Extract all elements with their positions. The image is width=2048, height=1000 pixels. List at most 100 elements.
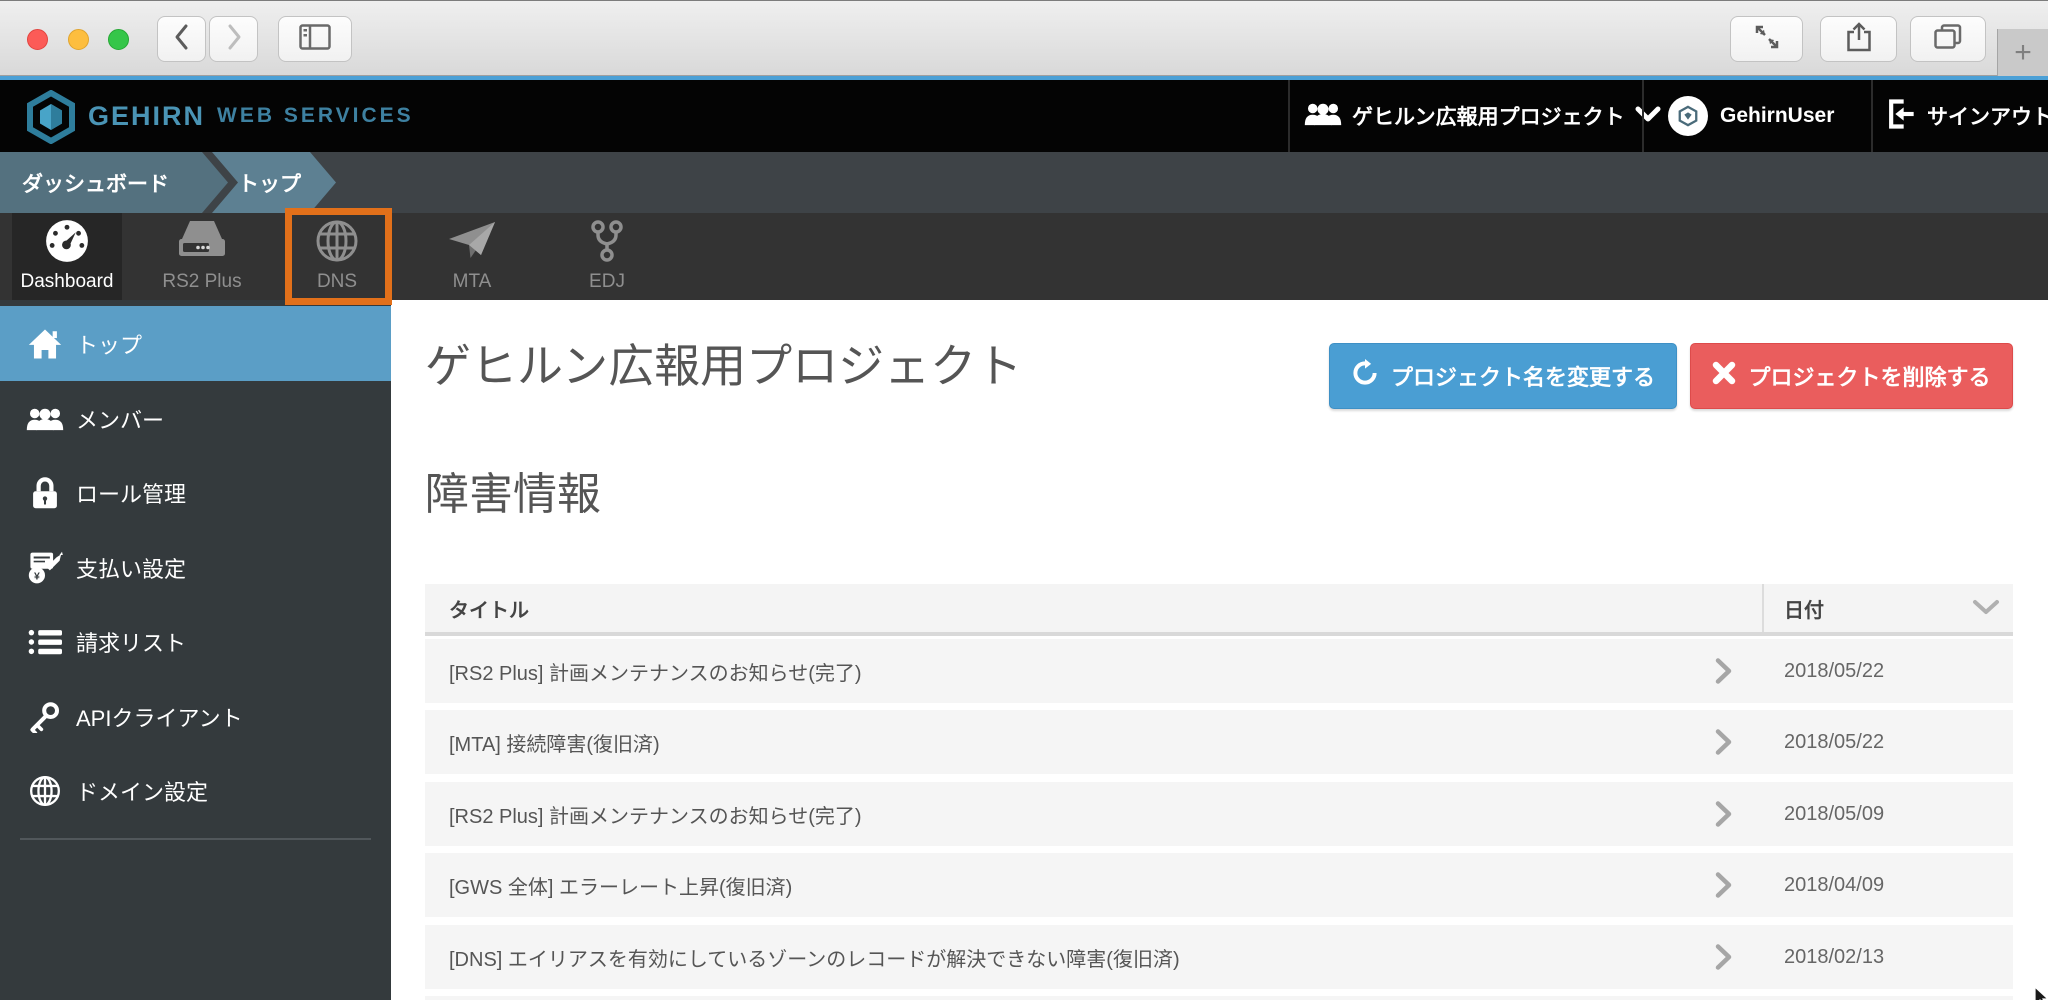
sidebar-item-domains[interactable]: ドメイン設定 [0, 753, 391, 828]
incident-date: 2018/05/22 [1784, 639, 1884, 703]
sidebar-item-members[interactable]: メンバー [0, 381, 391, 456]
app-header: GEHIRN WEB SERVICES ゲヒルン広報用プロジェクト Gehirn… [0, 80, 2048, 152]
refresh-icon [1351, 359, 1379, 393]
logo-wordmark[interactable]: GEHIRN WEB SERVICES [88, 80, 414, 152]
signout-button[interactable]: サインアウト [1871, 80, 2048, 152]
avatar [1668, 96, 1708, 136]
incident-title: [GWS 全体] エラーレート上昇(復旧済) [449, 853, 792, 917]
plus-icon: + [2014, 36, 2032, 70]
list-icon [26, 628, 64, 656]
delete-button-label: プロジェクトを削除する [1748, 360, 1990, 392]
back-icon [172, 23, 192, 56]
incident-title: [RS2 Plus] 計画メンテナンスのお知らせ(完了) [449, 639, 862, 703]
page-title: ゲヒルン広報用プロジェクト [425, 330, 1022, 396]
sidebar-item-top[interactable]: トップ [0, 306, 391, 381]
forward-icon [224, 23, 244, 56]
sidebar-label: APIクライアント [76, 701, 243, 733]
chevron-right-icon [1715, 658, 1732, 689]
gauge-icon [45, 219, 89, 268]
browser-share-button[interactable] [1820, 16, 1897, 62]
main-content: ゲヒルン広報用プロジェクト プロジェクト名を変更する プロジェクトを削除する 障… [391, 300, 2048, 1000]
user-menu[interactable]: GehirnUser [1642, 80, 1873, 152]
chevron-right-icon [1715, 872, 1732, 903]
incident-row[interactable]: [DNS] エイリアスを有効にしているゾーンのレコードが解決できない障害(復旧済… [425, 925, 2013, 989]
incident-title: [DNS] エイリアスを有効にしているゾーンのレコードが解決できない障害(復旧済… [449, 925, 1180, 989]
incident-row[interactable]: [MTA] 接続障害(復旧済) 2018/05/22 [425, 710, 2013, 774]
browser-tab-overview-button[interactable] [1910, 16, 1986, 62]
sort-chevron-down-icon[interactable] [1972, 598, 2000, 621]
breadcrumb-item-top[interactable]: トップ [212, 152, 336, 213]
nav-item-dns[interactable]: DNS [282, 213, 392, 300]
sidebar-label: ロール管理 [76, 477, 186, 509]
fullscreen-icon [1753, 23, 1781, 56]
tab-overview-icon [1934, 24, 1962, 55]
column-header-title[interactable]: タイトル [449, 584, 529, 632]
incidents-table-header: タイトル 日付 [425, 584, 2013, 636]
sidebar: トップ メンバー ロール管理 ¥ 支払い設定 請求リスト [0, 300, 391, 1000]
nav-item-edj[interactable]: EDJ [552, 213, 662, 300]
window-zoom-button[interactable] [108, 29, 129, 50]
sidebar-divider [20, 838, 371, 840]
breadcrumb: ダッシュボード トップ [0, 152, 2048, 213]
sidebar-label: 請求リスト [76, 626, 186, 658]
sidebar-item-api-clients[interactable]: APIクライアント [0, 679, 391, 754]
incident-date: 2018/02/13 [1784, 925, 1884, 989]
gehirn-logo-icon[interactable] [24, 90, 78, 149]
browser-forward-button[interactable] [209, 16, 258, 62]
nav-item-mta[interactable]: MTA [417, 213, 527, 300]
rename-button-label: プロジェクト名を変更する [1391, 360, 1655, 392]
service-nav: Dashboard RS2 Plus DNS MTA EDJ [0, 213, 2048, 300]
nav-label: Dashboard [21, 271, 114, 293]
logo-text-primary: GEHIRN [88, 101, 205, 132]
sidebar-item-invoices[interactable]: 請求リスト [0, 604, 391, 679]
incident-title: [RS2 Plus] 計画メンテナンスのお知らせ(完了) [449, 782, 862, 846]
column-header-date[interactable]: 日付 [1762, 584, 2013, 632]
browser-toolbar: + [0, 0, 2048, 76]
mouse-cursor [2034, 986, 2048, 1000]
incident-date: 2018/04/09 [1784, 853, 1884, 917]
incident-title: [MTA] 接続障害(復旧済) [449, 710, 660, 774]
chevron-right-icon [1715, 801, 1732, 832]
incident-row[interactable]: [RS2 Plus] 計画メンテナンスのお知らせ(完了) 2018/05/09 [425, 782, 2013, 846]
browser-back-button[interactable] [157, 16, 206, 62]
project-name: ゲヒルン広報用プロジェクト [1352, 101, 1625, 131]
breadcrumb-label: ダッシュボード [22, 168, 169, 198]
rename-project-button[interactable]: プロジェクト名を変更する [1329, 343, 1677, 409]
section-title: 障害情報 [425, 458, 601, 522]
window-minimize-button[interactable] [68, 29, 89, 50]
svg-text:¥: ¥ [34, 570, 40, 582]
incident-date: 2018/05/09 [1784, 782, 1884, 846]
sidebar-toggle-icon [299, 24, 331, 55]
chevron-right-icon [1715, 944, 1732, 975]
git-branch-icon [585, 219, 629, 268]
browser-sidebar-toggle-button[interactable] [278, 16, 352, 62]
paper-plane-icon [447, 219, 497, 268]
browser-fullscreen-button[interactable] [1730, 16, 1803, 62]
window-close-button[interactable] [27, 29, 48, 50]
x-icon [1712, 361, 1736, 391]
lock-icon [26, 476, 64, 510]
incident-row[interactable]: [GWS 全体] エラーレート上昇(復旧済) 2018/04/09 [425, 853, 2013, 917]
nav-item-rs2plus[interactable]: RS2 Plus [147, 213, 257, 300]
home-icon [26, 328, 64, 360]
sidebar-label: 支払い設定 [76, 552, 186, 584]
sidebar-label: ドメイン設定 [76, 775, 208, 807]
incident-row-partial [425, 996, 2013, 1000]
payment-icon: ¥ [26, 551, 64, 585]
nav-item-dashboard[interactable]: Dashboard [12, 213, 122, 300]
share-icon [1846, 22, 1872, 57]
signout-icon [1887, 99, 1917, 134]
sidebar-item-roles[interactable]: ロール管理 [0, 455, 391, 530]
server-icon [176, 219, 228, 268]
incident-row[interactable]: [RS2 Plus] 計画メンテナンスのお知らせ(完了) 2018/05/22 [425, 639, 2013, 703]
sidebar-label: メンバー [76, 403, 164, 435]
sidebar-item-payment[interactable]: ¥ 支払い設定 [0, 530, 391, 605]
breadcrumb-item-dashboard[interactable]: ダッシュボード [0, 152, 250, 213]
incident-date: 2018/05/22 [1784, 710, 1884, 774]
delete-project-button[interactable]: プロジェクトを削除する [1690, 343, 2013, 409]
people-icon [26, 405, 64, 433]
project-switcher[interactable]: ゲヒルン広報用プロジェクト [1288, 80, 1644, 152]
globe-icon [315, 219, 359, 268]
browser-new-tab-button[interactable]: + [1997, 29, 2048, 77]
user-name: GehirnUser [1720, 104, 1834, 128]
